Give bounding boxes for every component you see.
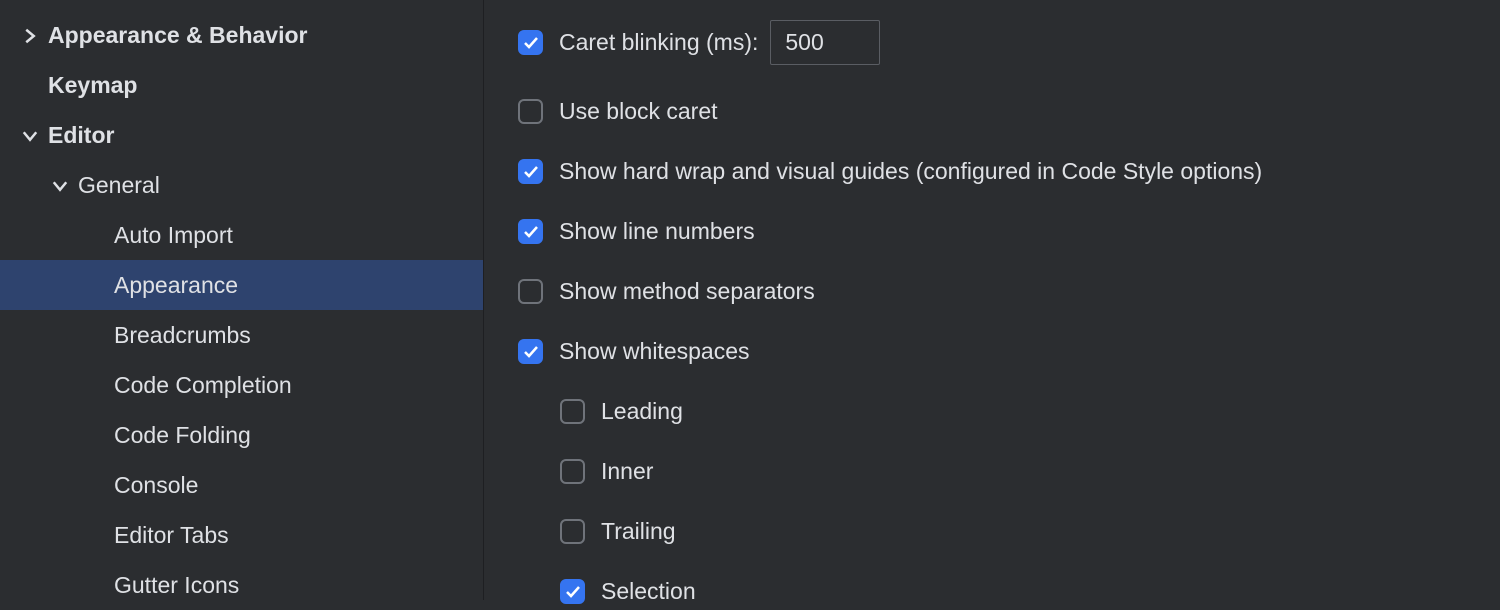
use-block-caret-label: Use block caret: [559, 98, 718, 125]
show-hard-wrap-row: Show hard wrap and visual guides (config…: [518, 158, 1500, 185]
settings-panel: Caret blinking (ms): Use block caret Sho…: [484, 0, 1500, 600]
inner-label: Inner: [601, 458, 653, 485]
check-icon: [523, 344, 539, 360]
sidebar-item-editor-tabs[interactable]: Editor Tabs: [0, 510, 483, 560]
show-whitespaces-checkbox[interactable]: [518, 339, 543, 364]
show-hard-wrap-checkbox[interactable]: [518, 159, 543, 184]
sidebar-item-label: Appearance & Behavior: [48, 22, 307, 49]
sidebar-item-breadcrumbs[interactable]: Breadcrumbs: [0, 310, 483, 360]
caret-blinking-label: Caret blinking (ms):: [559, 29, 758, 56]
sidebar-item-gutter-icons[interactable]: Gutter Icons: [0, 560, 483, 610]
leading-checkbox[interactable]: [560, 399, 585, 424]
sidebar-item-label: Editor: [48, 122, 114, 149]
caret-blinking-checkbox[interactable]: [518, 30, 543, 55]
trailing-label: Trailing: [601, 518, 676, 545]
sidebar-item-label: Console: [114, 472, 198, 499]
sidebar-item-editor[interactable]: Editor: [0, 110, 483, 160]
sidebar-item-code-completion[interactable]: Code Completion: [0, 360, 483, 410]
show-hard-wrap-label: Show hard wrap and visual guides (config…: [559, 158, 1262, 185]
sidebar-item-keymap[interactable]: Keymap: [0, 60, 483, 110]
show-whitespaces-label: Show whitespaces: [559, 338, 750, 365]
selection-row: Selection: [518, 578, 1500, 605]
show-method-separators-label: Show method separators: [559, 278, 815, 305]
selection-checkbox[interactable]: [560, 579, 585, 604]
show-line-numbers-label: Show line numbers: [559, 218, 755, 245]
sidebar-item-auto-import[interactable]: Auto Import: [0, 210, 483, 260]
sidebar-item-label: Appearance: [114, 272, 238, 299]
chevron-right-icon: [20, 25, 40, 45]
sidebar-item-appearance[interactable]: Appearance: [0, 260, 483, 310]
caret-blinking-row: Caret blinking (ms):: [518, 20, 1500, 65]
use-block-caret-checkbox[interactable]: [518, 99, 543, 124]
show-whitespaces-row: Show whitespaces: [518, 338, 1500, 365]
trailing-checkbox[interactable]: [560, 519, 585, 544]
sidebar-item-general[interactable]: General: [0, 160, 483, 210]
sidebar-item-label: Editor Tabs: [114, 522, 229, 549]
sidebar-item-appearance-behavior[interactable]: Appearance & Behavior: [0, 10, 483, 60]
inner-row: Inner: [518, 458, 1500, 485]
sidebar-item-code-folding[interactable]: Code Folding: [0, 410, 483, 460]
sidebar-item-label: Code Completion: [114, 372, 292, 399]
chevron-down-icon: [50, 175, 70, 195]
settings-sidebar: Appearance & Behavior Keymap Editor General…: [0, 0, 484, 600]
leading-label: Leading: [601, 398, 683, 425]
inner-checkbox[interactable]: [560, 459, 585, 484]
caret-blinking-input[interactable]: [770, 20, 880, 65]
sidebar-item-label: Code Folding: [114, 422, 251, 449]
chevron-down-icon: [20, 125, 40, 145]
use-block-caret-row: Use block caret: [518, 98, 1500, 125]
sidebar-item-label: Keymap: [48, 72, 137, 99]
sidebar-item-label: General: [78, 172, 160, 199]
sidebar-item-label: Breadcrumbs: [114, 322, 251, 349]
selection-label: Selection: [601, 578, 696, 605]
sidebar-item-console[interactable]: Console: [0, 460, 483, 510]
check-icon: [565, 584, 581, 600]
leading-row: Leading: [518, 398, 1500, 425]
trailing-row: Trailing: [518, 518, 1500, 545]
sidebar-item-label: Auto Import: [114, 222, 233, 249]
check-icon: [523, 35, 539, 51]
show-line-numbers-checkbox[interactable]: [518, 219, 543, 244]
show-line-numbers-row: Show line numbers: [518, 218, 1500, 245]
sidebar-item-label: Gutter Icons: [114, 572, 239, 599]
check-icon: [523, 224, 539, 240]
show-method-separators-row: Show method separators: [518, 278, 1500, 305]
show-method-separators-checkbox[interactable]: [518, 279, 543, 304]
check-icon: [523, 164, 539, 180]
